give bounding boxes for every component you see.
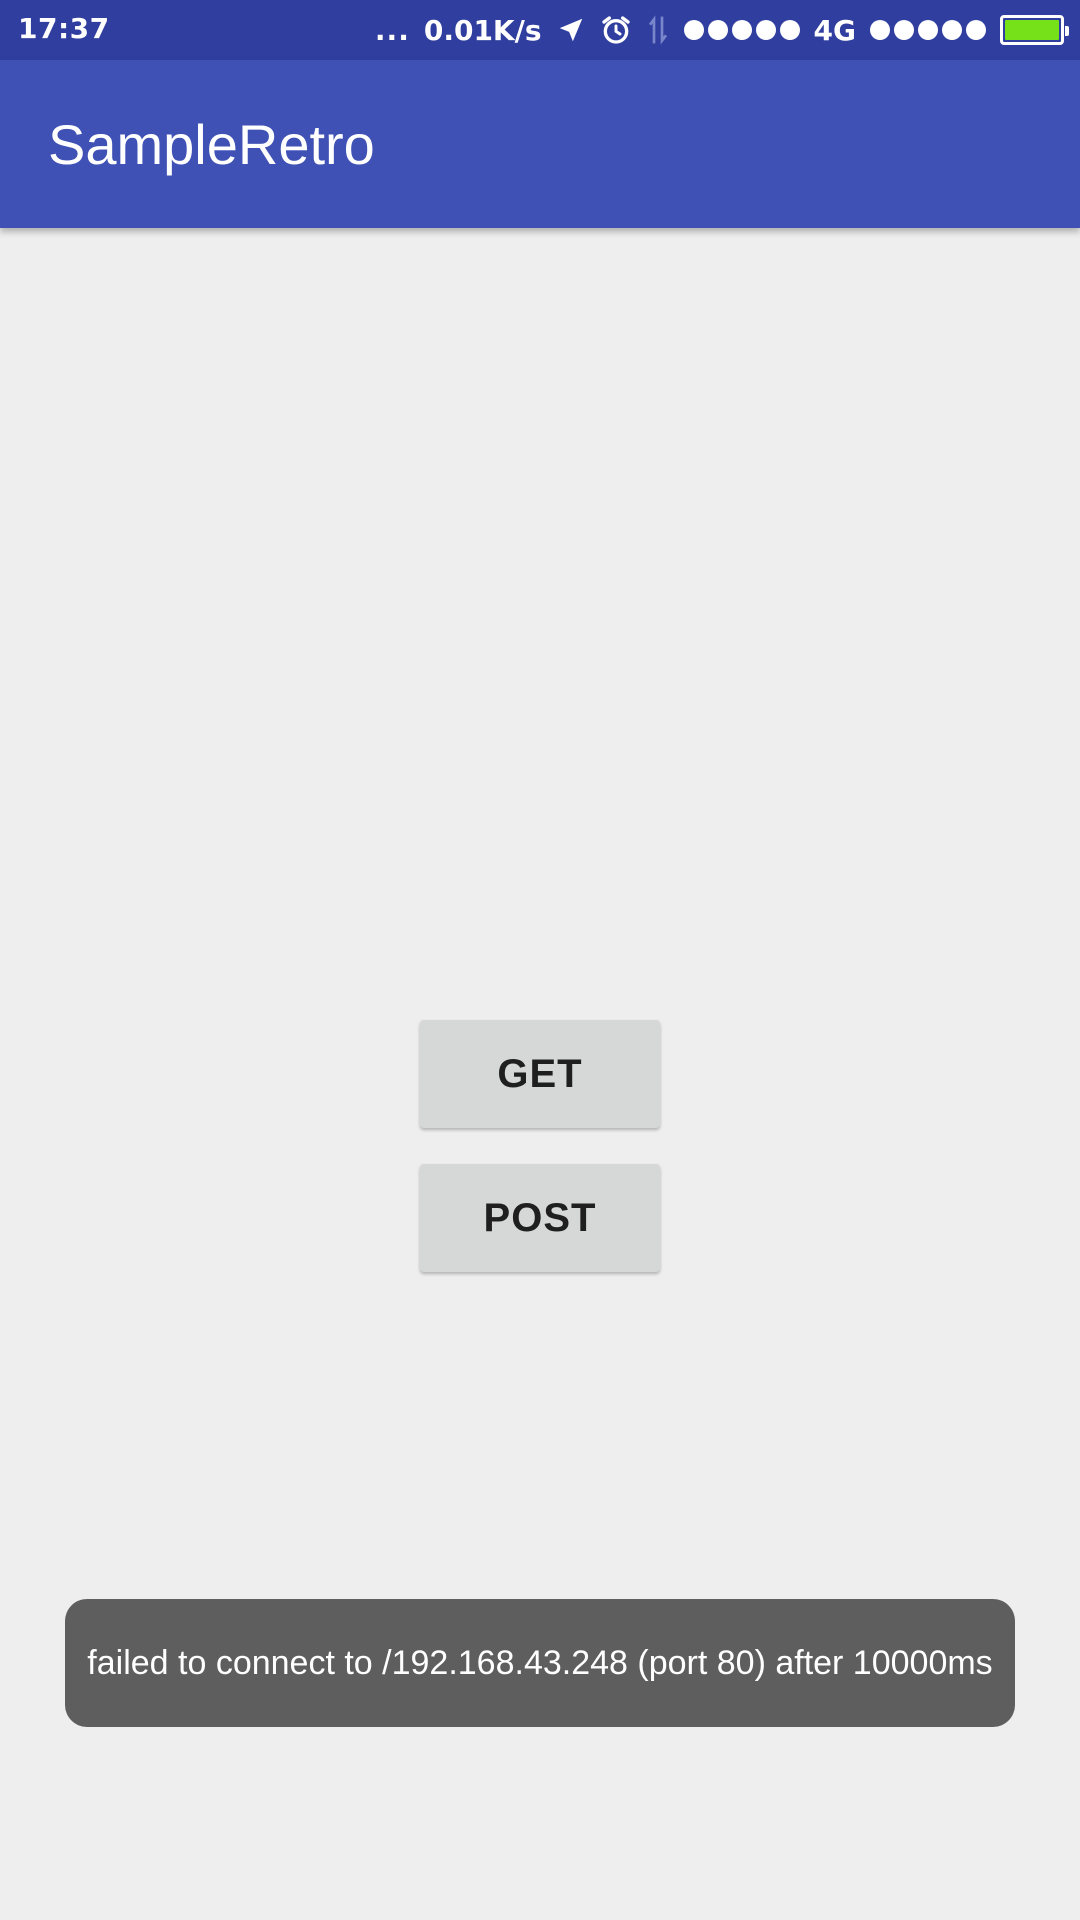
network-speed: 0.01K/s (423, 13, 542, 47)
status-indicators: ... 0.01K/s 4G (374, 0, 1069, 60)
alarm-icon (600, 14, 632, 46)
location-arrow-icon (556, 15, 586, 45)
sim1-signal-icon (683, 20, 800, 40)
battery-icon (1000, 15, 1069, 45)
get-button[interactable]: GET (420, 1020, 660, 1128)
data-transfer-icon (646, 14, 670, 46)
screen: 17:37 ... 0.01K/s 4G SampleRetro GET POS… (0, 0, 1080, 1920)
app-bar: SampleRetro (0, 60, 1080, 228)
post-button[interactable]: POST (420, 1164, 660, 1272)
status-time: 17:37 (18, 12, 110, 45)
app-title: SampleRetro (48, 113, 375, 176)
more-notifications-indicator: ... (374, 13, 410, 47)
toast-message: failed to connect to /192.168.43.248 (po… (65, 1599, 1015, 1727)
battery-level (1005, 20, 1059, 40)
sim2-signal-icon (870, 20, 986, 40)
network-type: 4G (813, 13, 856, 47)
status-bar: 17:37 ... 0.01K/s 4G (0, 0, 1080, 60)
